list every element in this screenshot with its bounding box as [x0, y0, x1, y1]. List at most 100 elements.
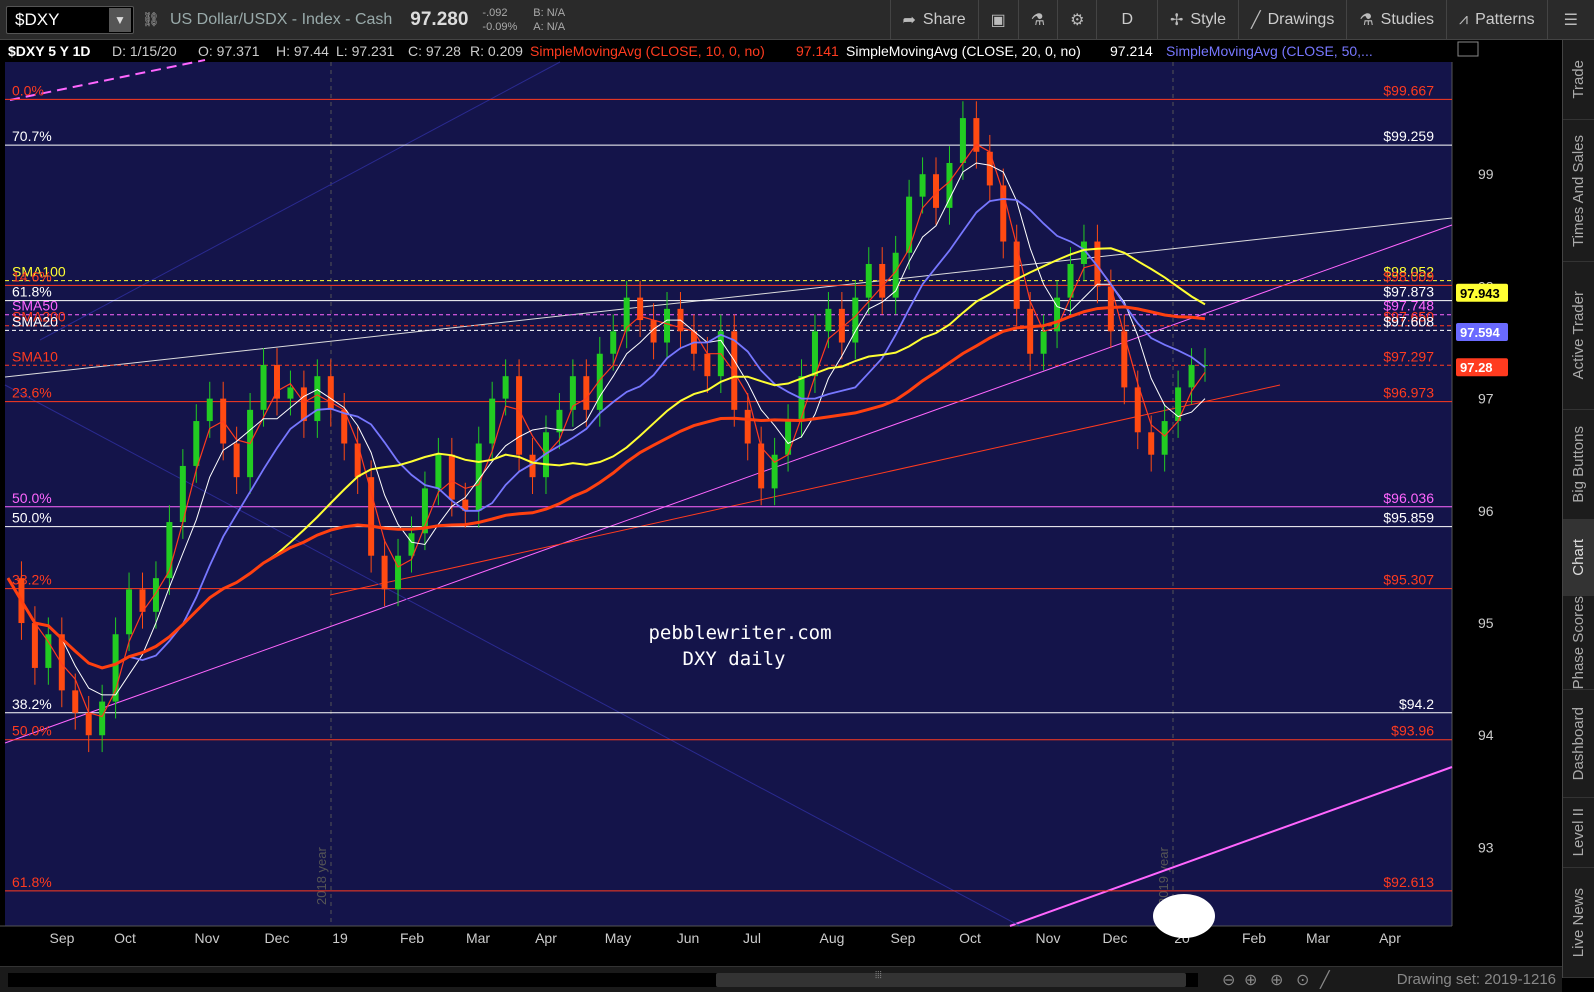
candle-body — [946, 162, 953, 208]
flask-button[interactable]: ⚗ — [1017, 0, 1057, 40]
drawings-label: Drawings — [1267, 11, 1335, 28]
draw-line-icon[interactable]: ╱ — [1320, 970, 1330, 990]
screenshot-icon: ▣ — [990, 12, 1006, 29]
symbol-input[interactable]: $DXY — [15, 10, 59, 30]
level-left-label: 50.0% — [12, 510, 52, 526]
header-sma50-label: SimpleMovingAvg (CLOSE, 50,... — [1166, 43, 1373, 59]
aggregation-button[interactable]: D — [1096, 0, 1157, 40]
sidebar-tab-label: Level II — [1570, 808, 1587, 857]
sidebar-tab-phase-scores[interactable]: Phase Scores — [1563, 596, 1594, 690]
x-tick-label: Mar — [466, 930, 490, 946]
candle-body — [381, 555, 388, 590]
level-right-label: $99.667 — [1383, 82, 1434, 98]
candle-body — [664, 308, 671, 343]
drawing-set-label: Drawing set: 2019-1216 — [1396, 971, 1556, 988]
sidebar-tab-trade[interactable]: Trade — [1563, 40, 1594, 120]
settings-button[interactable]: ⚙ — [1057, 0, 1096, 40]
drawings-button[interactable]: ╱ Drawings — [1237, 0, 1346, 40]
sidebar-tab-times-and-sales[interactable]: Times And Sales — [1563, 120, 1594, 262]
candle-body — [408, 533, 415, 556]
x-tick-label: Oct — [114, 930, 136, 946]
zoom-in-icon[interactable]: ⊕ — [1270, 970, 1283, 990]
style-icon: ✢ — [1170, 12, 1184, 29]
sidebar-tab-label: Trade — [1570, 60, 1587, 99]
sidebar-tab-dashboard[interactable]: Dashboard — [1563, 690, 1594, 798]
candle-body — [260, 364, 267, 410]
right-sidebar: Trade Times And Sales Active Trader Big But… — [1562, 40, 1594, 978]
scrollbar-thumb[interactable] — [716, 973, 1186, 987]
sidebar-tab-live-news[interactable]: Live News — [1563, 868, 1594, 978]
price-tag-text: 97.28 — [1460, 360, 1493, 375]
chevron-down-icon[interactable]: ▼ — [109, 7, 131, 32]
year-marker-2019: 2019 year — [1156, 847, 1171, 905]
candle-body — [744, 409, 751, 444]
level-right-label: $99.259 — [1383, 128, 1434, 144]
price-chart[interactable]: $DXY 5 Y 1D D: 1/15/20 O: 97.371 H: 97.44 L:… — [0, 40, 1562, 978]
header-open: O: 97.371 — [198, 43, 260, 59]
candle-body — [300, 387, 307, 422]
candle-body — [1161, 421, 1168, 455]
x-tick-label: Feb — [400, 930, 424, 946]
x-tick-label: May — [605, 930, 631, 946]
sidebar-tab-label: Live News — [1570, 887, 1587, 958]
level-left-label: 38.2% — [12, 572, 52, 588]
header-range: R: 0.209 — [470, 43, 523, 59]
sidebar-tab-level-ii[interactable]: Level II — [1563, 798, 1594, 868]
y-tick-label: 96 — [1478, 503, 1494, 519]
candle-body — [1027, 308, 1034, 354]
share-button[interactable]: ➦ Share — [889, 0, 978, 40]
patterns-icon: ⩘ — [1459, 11, 1469, 28]
chart-area[interactable]: $DXY 5 Y 1D D: 1/15/20 O: 97.371 H: 97.44 L:… — [0, 40, 1562, 978]
candle-body — [1121, 331, 1128, 388]
header-high: H: 97.44 — [276, 43, 329, 59]
candle-body — [596, 353, 603, 410]
style-label: Style — [1190, 11, 1226, 28]
candle-body — [704, 353, 711, 377]
screenshot-button[interactable]: ▣ — [977, 0, 1018, 40]
candle-body — [610, 331, 617, 354]
candle-body — [287, 387, 294, 399]
x-tick-label: Oct — [959, 930, 981, 946]
zoom-out-icon[interactable]: ⊖ — [1222, 970, 1235, 990]
studies-button[interactable]: ⚗ Studies — [1346, 0, 1446, 40]
level-left-label: 0.0% — [12, 82, 44, 98]
candle-body — [85, 712, 92, 736]
level-right-label: $97.608 — [1383, 313, 1434, 329]
y-tick-label: 93 — [1478, 839, 1494, 855]
header-symbol: $DXY 5 Y 1D — [8, 43, 91, 59]
x-tick-label: Aug — [820, 930, 845, 946]
y-tick-label: 99 — [1478, 166, 1494, 182]
candle-body — [825, 308, 832, 332]
level-right-label: $96.036 — [1383, 490, 1434, 506]
scrollbar-grip-icon: ⦙⦙⦙ — [875, 970, 882, 981]
x-tick-label: Nov — [1036, 930, 1061, 946]
candle-body — [327, 376, 334, 410]
menu-button[interactable]: ☰ — [1546, 0, 1594, 40]
share-label: Share — [922, 11, 966, 28]
header-date: D: 1/15/20 — [112, 43, 177, 59]
x-tick-label: Dec — [265, 930, 290, 946]
x-tick-label: Mar — [1306, 930, 1330, 946]
change-abs: -.092 — [482, 6, 508, 19]
link-icon[interactable]: ⛓ — [142, 11, 160, 28]
candle-body — [395, 555, 402, 590]
level-right-label: $95.859 — [1383, 510, 1434, 526]
bid-value: B: N/A — [533, 6, 566, 19]
level-right-label: $92.613 — [1383, 874, 1434, 890]
sidebar-tab-label: Big Buttons — [1570, 426, 1587, 503]
patterns-button[interactable]: ⩘ Patterns — [1446, 0, 1547, 40]
sidebar-tab-chart[interactable]: Chart — [1563, 520, 1594, 596]
candle-body — [99, 701, 106, 736]
sidebar-tab-active-trader[interactable]: Active Trader — [1563, 262, 1594, 410]
style-button[interactable]: ✢ Style — [1157, 0, 1238, 40]
symbol-selector[interactable]: $DXY ▼ — [6, 5, 134, 34]
x-tick-label: Apr — [535, 930, 557, 946]
sidebar-tab-big-buttons[interactable]: Big Buttons — [1563, 410, 1594, 520]
zoom-reset-icon[interactable]: ⊙ — [1296, 970, 1309, 990]
candle-body — [206, 398, 213, 422]
crosshair-icon[interactable]: ⊕ — [1244, 970, 1257, 990]
patterns-label: Patterns — [1475, 11, 1535, 28]
price-tag-text: 97.594 — [1460, 325, 1501, 340]
price-tag-text: 97.943 — [1460, 286, 1500, 301]
header-sma20-label: SimpleMovingAvg (CLOSE, 20, 0, no) — [846, 43, 1081, 59]
